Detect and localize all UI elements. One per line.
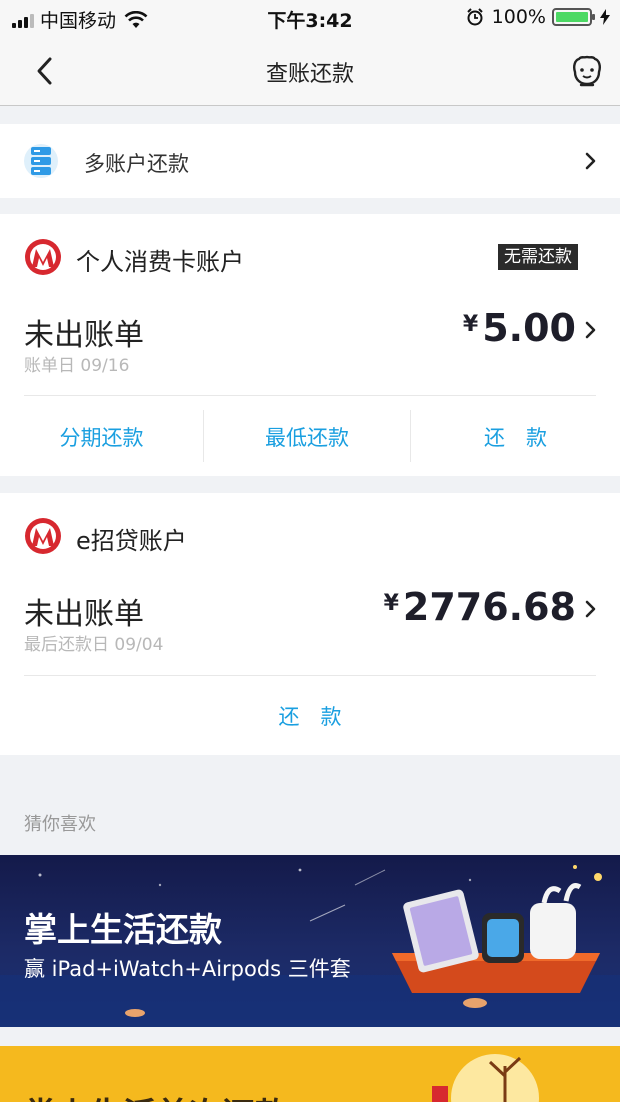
repay-button[interactable]: 还 款 [411, 422, 620, 452]
status-bar: 中国移动 下午3:42 100% [0, 0, 620, 36]
bill-date: 账单日 09/16 [24, 356, 130, 376]
amount-value: 2776.68 [402, 585, 576, 629]
minimum-repay-button[interactable]: 最低还款 [204, 422, 410, 452]
multi-account-row[interactable]: 多账户还款 [0, 124, 620, 198]
bill-amount[interactable]: ¥2776.68 [384, 585, 576, 629]
account-card: 个人消费卡账户 无需还款 未出账单 账单日 09/16 ¥5.00 分期还款 最… [0, 214, 620, 476]
battery-percent: 100% [491, 6, 546, 28]
chevron-right-icon [585, 152, 596, 170]
multi-account-icon [24, 144, 58, 178]
page-title: 查账还款 [265, 62, 354, 87]
amount-value: 5.00 [482, 306, 576, 350]
nav-bar: 查账还款 [0, 36, 620, 106]
divider [24, 395, 596, 396]
status-right: 100% [466, 6, 610, 28]
section-title: 猜你喜欢 [24, 814, 96, 835]
bill-title: 未出账单 [24, 597, 144, 632]
banner-subtitle: 赢 iPad+iWatch+Airpods 三件套 [24, 957, 351, 981]
repay-button[interactable]: 还 款 [0, 701, 620, 731]
promo-banner[interactable]: 掌上生活还款 赢 iPad+iWatch+Airpods 三件套 [0, 855, 620, 1027]
promo-banner[interactable]: 掌上生活首次还款 [0, 1046, 620, 1102]
battery-icon [552, 8, 595, 26]
cmb-logo-icon [25, 518, 61, 554]
bill-title: 未出账单 [24, 318, 144, 353]
customer-service-icon[interactable] [568, 52, 606, 90]
installment-repay-button[interactable]: 分期还款 [0, 422, 203, 452]
currency-symbol: ¥ [462, 312, 479, 337]
currency-symbol: ¥ [383, 591, 399, 616]
status-badge: 无需还款 [498, 244, 578, 270]
divider [24, 675, 596, 676]
multi-account-label: 多账户还款 [84, 152, 189, 176]
alarm-icon [466, 8, 483, 26]
bill-amount[interactable]: ¥5.00 [463, 306, 576, 350]
account-name: 个人消费卡账户 [76, 248, 244, 276]
account-card: e招贷账户 未出账单 最后还款日 09/04 ¥2776.68 还 款 [0, 493, 620, 755]
bill-date: 最后还款日 09/04 [24, 635, 164, 655]
chevron-right-icon[interactable] [584, 599, 598, 619]
banner-title: 掌上生活首次还款 [24, 1088, 288, 1102]
account-name: e招贷账户 [76, 527, 187, 555]
banner-title: 掌上生活还款 [24, 910, 222, 949]
chevron-right-icon[interactable] [584, 320, 598, 340]
cmb-logo-icon [25, 239, 61, 275]
charging-icon [600, 9, 610, 25]
